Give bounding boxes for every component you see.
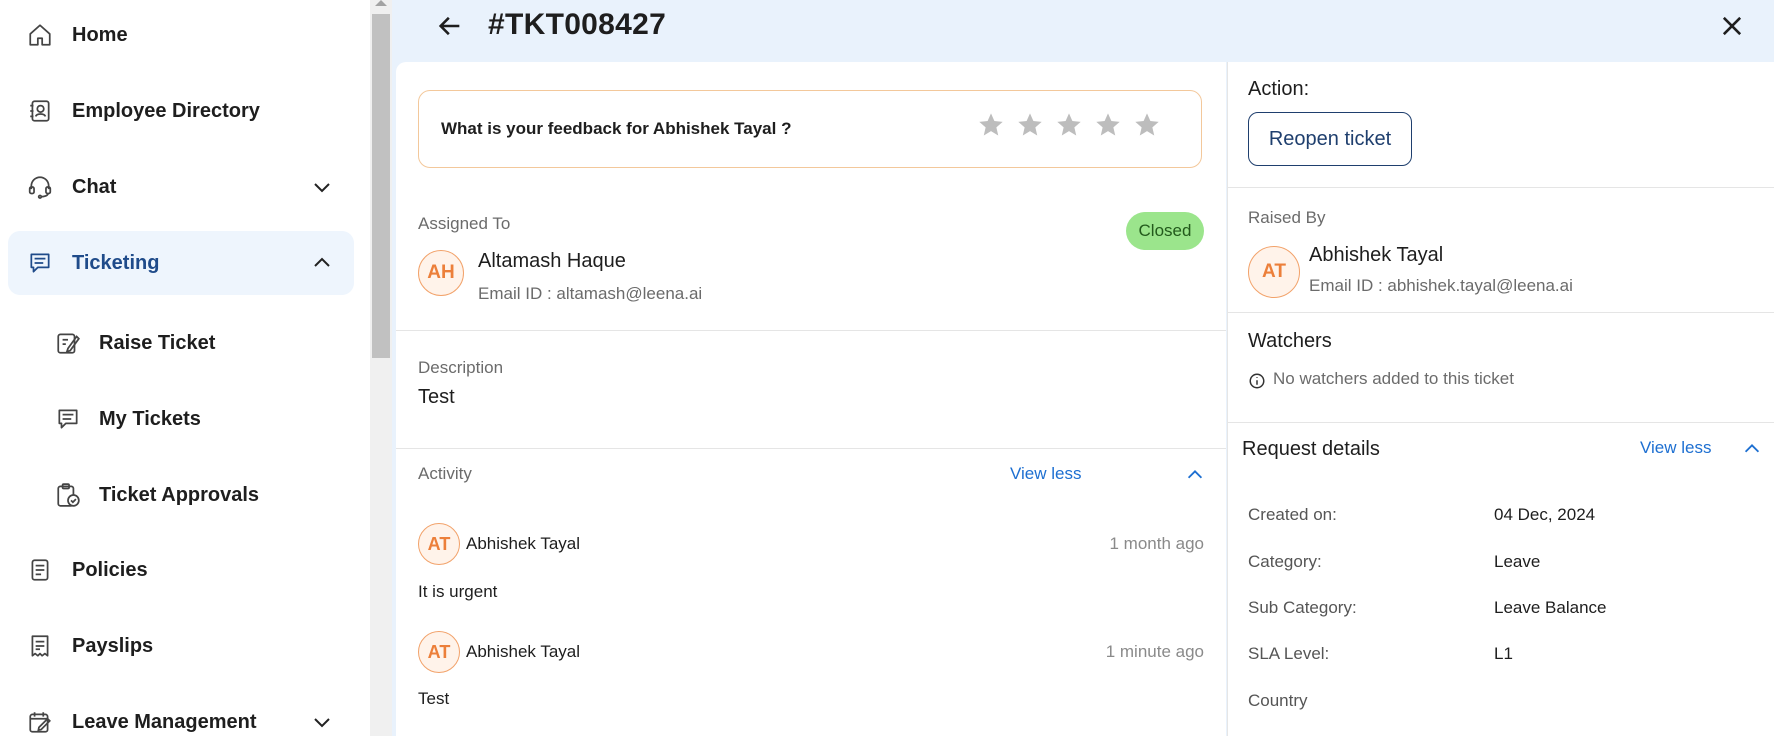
sidebar-item-raise-ticket[interactable]: Raise Ticket [8, 311, 354, 375]
avatar: AT [418, 631, 460, 673]
calendar-edit-icon [26, 708, 54, 736]
request-detail-value: Leave [1494, 552, 1541, 571]
edit-note-icon [54, 329, 82, 357]
sidebar-item-label: Home [72, 23, 128, 46]
sidebar-item-label: Policies [72, 558, 148, 581]
activity-time: 1 month ago [1109, 534, 1204, 553]
assigned-to-label: Assigned To [418, 214, 511, 233]
avatar: AT [418, 523, 460, 565]
reopen-ticket-button[interactable]: Reopen ticket [1248, 112, 1412, 166]
watchers-title: Watchers [1248, 330, 1332, 352]
description-label: Description [418, 358, 504, 377]
sidebar-item-policies[interactable]: Policies [8, 538, 354, 602]
contact-book-icon [26, 97, 54, 125]
sidebar-item-ticket-approvals[interactable]: Ticket Approvals [8, 463, 354, 527]
sidebar-item-label: My Tickets [99, 407, 201, 430]
scroll-up-arrow-icon[interactable] [375, 0, 387, 6]
chevron-up-icon[interactable] [1184, 464, 1206, 486]
star-icon[interactable] [977, 111, 1005, 139]
raised-by-label: Raised By [1248, 208, 1326, 227]
sidebar-item-label: Raise Ticket [99, 331, 216, 354]
request-detail-value: L1 [1494, 644, 1513, 663]
activity-author: Abhishek Tayal [466, 534, 581, 553]
activity-label: Activity [418, 464, 472, 483]
raiser-name: Abhishek Tayal [1309, 244, 1444, 266]
sidebar-item-my-tickets[interactable]: My Tickets [8, 387, 354, 451]
receipt-icon [26, 632, 54, 660]
activity-text: Test [418, 689, 450, 708]
request-detail-key: Category: [1248, 552, 1322, 571]
divider [1228, 187, 1774, 188]
star-rating[interactable] [977, 111, 1161, 139]
ticket-chat-icon [26, 249, 54, 277]
sidebar-item-payslips[interactable]: Payslips [8, 614, 354, 678]
ticket-chat-icon [54, 405, 82, 433]
avatar: AT [1248, 246, 1300, 298]
star-icon[interactable] [1094, 111, 1122, 139]
sidebar-item-label: Chat [72, 175, 117, 198]
star-icon[interactable] [1055, 111, 1083, 139]
activity-text: It is urgent [418, 582, 498, 601]
home-icon [26, 21, 54, 49]
raiser-email: Email ID : abhishek.tayal@leena.ai [1309, 276, 1573, 295]
watchers-empty-message: No watchers added to this ticket [1273, 369, 1514, 388]
ticket-detail-view: #TKT008427 What is your feedback for Abh… [392, 0, 1774, 736]
close-icon[interactable] [1718, 12, 1746, 40]
app: Home Employee Directory Chat Ticketing R… [0, 0, 1774, 736]
sidebar-item-label: Employee Directory [72, 99, 260, 122]
request-detail-key: Sub Category: [1248, 598, 1357, 617]
sidebar-item-employee-directory[interactable]: Employee Directory [8, 79, 354, 143]
ticket-header: #TKT008427 [392, 0, 1774, 62]
chevron-up-icon[interactable] [1741, 438, 1763, 460]
divider [396, 448, 1226, 449]
sidebar-item-chat[interactable]: Chat [8, 155, 354, 219]
divider [1228, 422, 1774, 423]
assignee-email: Email ID : altamash@leena.ai [478, 284, 703, 303]
sidebar-item-label: Payslips [72, 634, 154, 657]
ticket-id: #TKT008427 [488, 8, 667, 41]
sidebar-item-leave-management[interactable]: Leave Management [8, 690, 354, 736]
activity-view-less-link[interactable]: View less [1010, 464, 1082, 484]
sidebar: Home Employee Directory Chat Ticketing R… [0, 0, 370, 736]
sidebar-scrollbar-thumb[interactable] [372, 14, 390, 358]
status-badge: Closed [1126, 212, 1204, 250]
sidebar-item-home[interactable]: Home [8, 3, 354, 67]
chevron-up-icon[interactable] [310, 251, 334, 275]
sidebar-item-label: Ticket Approvals [99, 483, 260, 506]
chevron-down-icon[interactable] [310, 710, 334, 734]
assignee-name: Altamash Haque [478, 250, 626, 272]
headset-icon [26, 173, 54, 201]
ticket-main-panel: What is your feedback for Abhishek Tayal… [396, 62, 1226, 736]
star-icon[interactable] [1133, 111, 1161, 139]
chevron-down-icon[interactable] [310, 175, 334, 199]
request-detail-key: SLA Level: [1248, 644, 1330, 663]
divider [396, 330, 1226, 331]
star-icon[interactable] [1016, 111, 1044, 139]
action-label: Action: [1248, 78, 1310, 100]
request-detail-value: 04 Dec, 2024 [1494, 505, 1596, 524]
ticket-side-panel: Action: Reopen ticket Raised By AT Abhis… [1227, 62, 1774, 736]
activity-author: Abhishek Tayal [466, 642, 581, 661]
activity-time: 1 minute ago [1105, 642, 1204, 661]
request-details-view-less-link[interactable]: View less [1640, 438, 1712, 458]
sidebar-item-label: Ticketing [72, 251, 160, 274]
request-detail-key: Country [1248, 691, 1308, 710]
description-value: Test [418, 386, 455, 408]
sidebar-item-label: Leave Management [72, 710, 257, 733]
request-detail-value: Leave Balance [1494, 598, 1607, 617]
document-icon [26, 556, 54, 584]
feedback-card: What is your feedback for Abhishek Tayal… [418, 90, 1202, 168]
request-detail-key: Created on: [1248, 505, 1337, 524]
clipboard-check-icon [54, 481, 82, 509]
divider [1228, 312, 1774, 313]
request-details-title: Request details [1242, 438, 1380, 460]
info-icon [1249, 373, 1265, 389]
sidebar-item-ticketing[interactable]: Ticketing [8, 231, 354, 295]
back-arrow-icon[interactable] [436, 12, 464, 40]
avatar: AH [418, 250, 464, 296]
feedback-question: What is your feedback for Abhishek Tayal… [441, 119, 792, 138]
